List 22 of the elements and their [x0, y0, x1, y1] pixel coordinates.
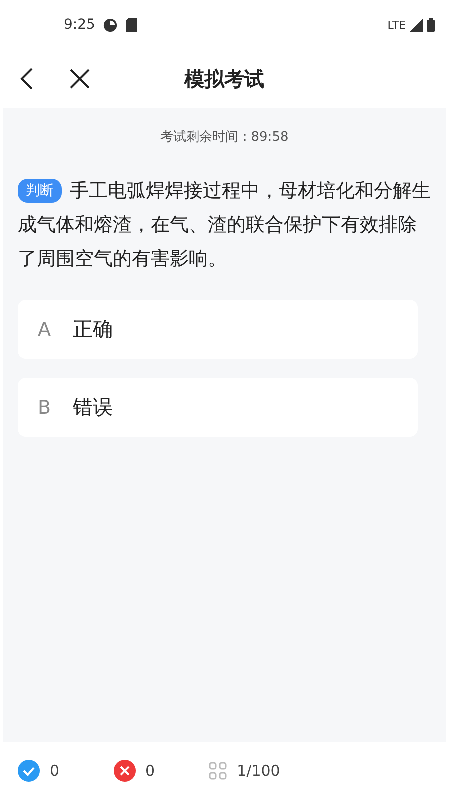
correct-count: 0 [50, 762, 60, 780]
check-icon [18, 760, 40, 782]
timer-text: 考试剩余时间：89:58 [159, 129, 290, 146]
battery-icon [427, 18, 435, 32]
wrong-count: 0 [146, 762, 156, 780]
sd-card-icon [126, 18, 138, 32]
answer-option[interactable]: A 正确 [18, 300, 418, 359]
app-icon [103, 18, 118, 32]
network-label: LTE [388, 18, 406, 32]
option-text: 正确 [73, 316, 113, 343]
status-time: 9:25 [64, 17, 96, 33]
signal-icon [410, 18, 423, 32]
progress-count: 1/100 [237, 762, 280, 780]
answer-option[interactable]: B 错误 [18, 378, 418, 437]
question-type-tag: 判断 [18, 179, 62, 203]
page-title: 模拟考试 [183, 66, 266, 92]
close-button[interactable] [68, 67, 92, 91]
option-letter: A [38, 318, 51, 340]
option-letter: B [38, 396, 52, 418]
cross-icon [114, 760, 136, 782]
option-text: 错误 [73, 394, 114, 421]
question-text: 判断 手工电弧焊焊接过程中，母材培化和分解生成气体和熔渣，在气、渣的联合保护下有效排除了周围空气的有害影响。 [18, 178, 431, 272]
